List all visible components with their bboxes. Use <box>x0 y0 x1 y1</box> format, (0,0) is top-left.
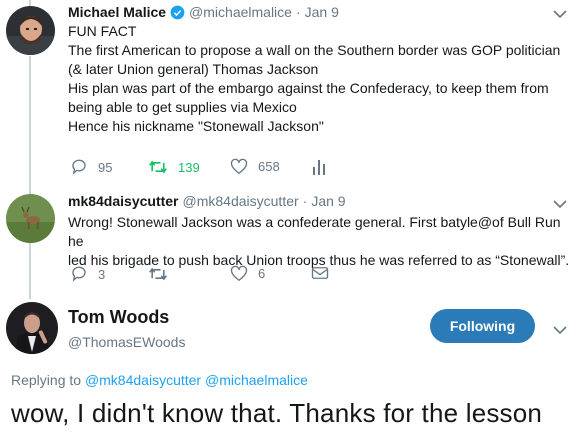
like-action[interactable]: 658 <box>230 158 280 175</box>
like-action[interactable]: 6 <box>230 265 265 282</box>
author-handle[interactable]: @mk84daisycutter <box>183 193 299 209</box>
tweet-text: Wrong! Stonewall Jackson was a confedera… <box>68 214 570 268</box>
reply-count: 95 <box>98 159 113 175</box>
author-handle[interactable]: @michaelmalice <box>189 4 292 20</box>
tweet-date[interactable]: Jan 9 <box>305 4 339 20</box>
reply-icon <box>70 265 88 283</box>
heart-icon <box>230 158 248 175</box>
thread-line-2 <box>29 241 31 299</box>
retweet-icon <box>148 158 168 176</box>
reply-count: 3 <box>98 266 106 282</box>
tweet-text: FUN FACT The first American to propose a… <box>68 23 561 134</box>
replying-to: Replying to @mk84daisycutter @michaelmal… <box>11 372 308 388</box>
avatar-mk84daisycutter[interactable] <box>6 194 55 243</box>
avatar-michael-malice[interactable] <box>6 6 55 55</box>
tweet1-header: Michael Malice @michaelmalice · Jan 9 <box>68 4 339 20</box>
author-name[interactable]: Tom Woods <box>68 307 185 328</box>
chevron-down-icon[interactable] <box>552 322 568 340</box>
direct-message-action[interactable] <box>311 265 329 281</box>
avatar-tom-woods[interactable] <box>6 302 58 354</box>
chevron-down-icon[interactable] <box>552 196 568 214</box>
author-name[interactable]: Michael Malice <box>68 4 166 20</box>
reply-action[interactable]: 95 <box>70 158 112 176</box>
retweet-icon <box>148 265 168 283</box>
verified-badge-icon <box>170 5 185 20</box>
replying-to-link-1[interactable]: @mk84daisycutter <box>85 372 201 388</box>
replying-to-prefix: Replying to <box>11 372 82 388</box>
author-handle[interactable]: @ThomasEWoods <box>68 334 185 350</box>
reply-action[interactable]: 3 <box>70 265 105 283</box>
separator-dot: · <box>295 4 301 20</box>
analytics-action[interactable] <box>312 158 326 176</box>
tweet-text: wow, I didn't know that. Thanks for the … <box>11 398 543 428</box>
like-count: 6 <box>258 266 266 281</box>
like-count: 658 <box>258 159 280 174</box>
heart-icon <box>230 265 248 282</box>
retweet-count: 139 <box>178 159 200 175</box>
author-name[interactable]: mk84daisycutter <box>68 193 179 209</box>
tweet3-author: Tom Woods @ThomasEWoods <box>68 307 185 350</box>
tweet-date[interactable]: Jan 9 <box>311 193 345 209</box>
retweet-action[interactable] <box>148 265 178 283</box>
separator-dot: · <box>302 193 308 209</box>
analytics-icon <box>312 158 326 176</box>
replying-to-link-2[interactable]: @michaelmalice <box>205 372 308 388</box>
envelope-icon <box>311 265 329 281</box>
following-button[interactable]: Following <box>430 309 535 343</box>
reply-icon <box>70 158 88 176</box>
retweet-action[interactable]: 139 <box>148 158 200 176</box>
tweet2-header: mk84daisycutter @mk84daisycutter · Jan 9 <box>68 193 346 209</box>
thread-line-1 <box>29 56 31 194</box>
